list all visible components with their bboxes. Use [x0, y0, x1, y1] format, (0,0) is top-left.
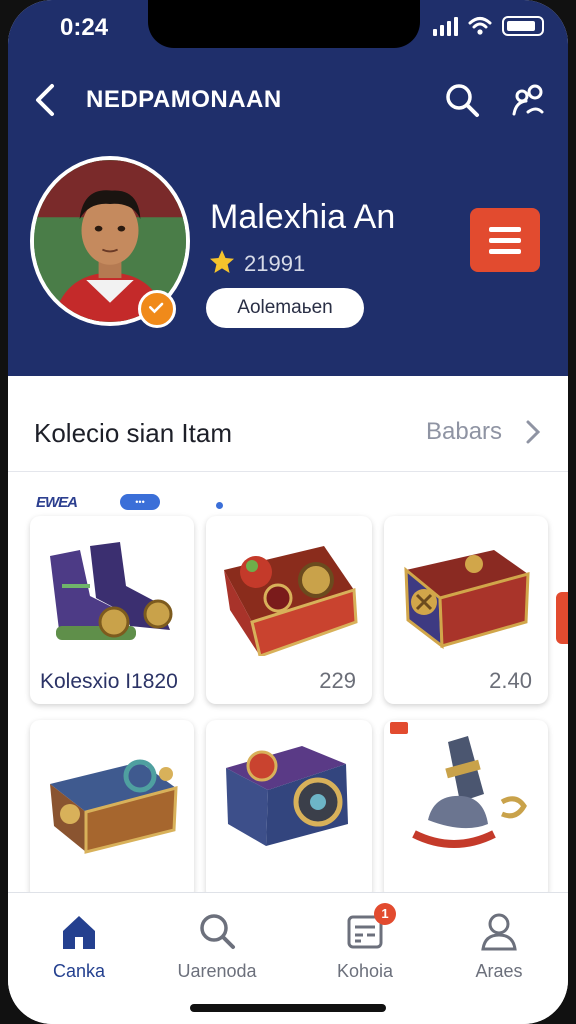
new-tag-icon [390, 722, 408, 734]
item-card[interactable]: Kolesxio I1820 [30, 516, 194, 704]
verified-badge-icon [138, 290, 176, 328]
tab-search[interactable]: Uarenoda [162, 911, 272, 991]
treasure-box-icon [224, 546, 358, 656]
menu-button[interactable] [470, 208, 540, 272]
indicator-dot [216, 502, 223, 509]
collection-section-header: Kolecio sian Itam Babars [8, 376, 568, 472]
gear-box-icon [50, 759, 178, 854]
search-icon[interactable] [442, 80, 482, 120]
boots-icon [50, 542, 173, 640]
tab-profile[interactable]: Araes [444, 911, 554, 991]
tab-inbox[interactable]: 1 Kohoia [310, 903, 420, 991]
section-title: Kolecio sian Itam [34, 418, 232, 448]
signal-icon [433, 16, 458, 36]
side-tab-handle[interactable] [556, 592, 568, 644]
item-label: Kolesxio I1820 [40, 670, 178, 693]
brand-pill: ••• [120, 494, 160, 510]
profile-score: 21991 [244, 251, 306, 276]
item-card[interactable] [206, 720, 372, 900]
status-time: 0:24 [60, 14, 109, 41]
item-card[interactable]: 2.40 [384, 516, 548, 704]
chevron-right-icon[interactable] [524, 418, 542, 446]
home-icon [63, 916, 95, 949]
brand-mark: EWEA [36, 494, 78, 511]
status-icons [433, 16, 544, 36]
camera-notch [148, 0, 420, 48]
item-value: 2.40 [489, 668, 532, 693]
tab-home[interactable]: Canka [24, 911, 134, 991]
profile-name: Malexhia An [210, 198, 396, 236]
cannon-icon [412, 736, 527, 848]
search-icon [200, 914, 235, 949]
user-settings-icon[interactable] [508, 80, 548, 120]
item-card[interactable]: 229 [206, 516, 372, 704]
dial-box-icon [226, 746, 348, 846]
menu-line-icon [489, 237, 521, 243]
notification-badge: 1 [374, 903, 396, 925]
tab-label: Uarenoda [177, 961, 257, 981]
item-card[interactable] [30, 720, 194, 900]
menu-line-icon [489, 248, 521, 254]
home-indicator[interactable] [190, 1004, 386, 1012]
profile-icon [481, 913, 517, 951]
view-all-link[interactable]: Babars [426, 418, 502, 446]
tab-label: Kohoia [336, 961, 394, 981]
phone-screen: 0:24 NEDPAMONAAN Malexhia An 21991 Aolem… [8, 0, 568, 1024]
battery-icon [502, 16, 544, 36]
wifi-icon [468, 17, 492, 35]
menu-line-icon [489, 226, 521, 232]
item-card[interactable] [384, 720, 548, 900]
locked-chest-icon [404, 550, 530, 650]
back-arrow-icon[interactable] [28, 80, 64, 120]
profile-action-button[interactable]: Aolemaьen [206, 288, 364, 328]
profile-header: 0:24 NEDPAMONAAN Malexhia An 21991 Aolem… [8, 0, 568, 376]
page-title: NEDPAMONAAN [86, 86, 282, 113]
tab-label: Canka [52, 961, 106, 981]
star-icon [210, 250, 234, 273]
item-value: 229 [319, 668, 356, 693]
tab-label: Araes [475, 961, 523, 981]
